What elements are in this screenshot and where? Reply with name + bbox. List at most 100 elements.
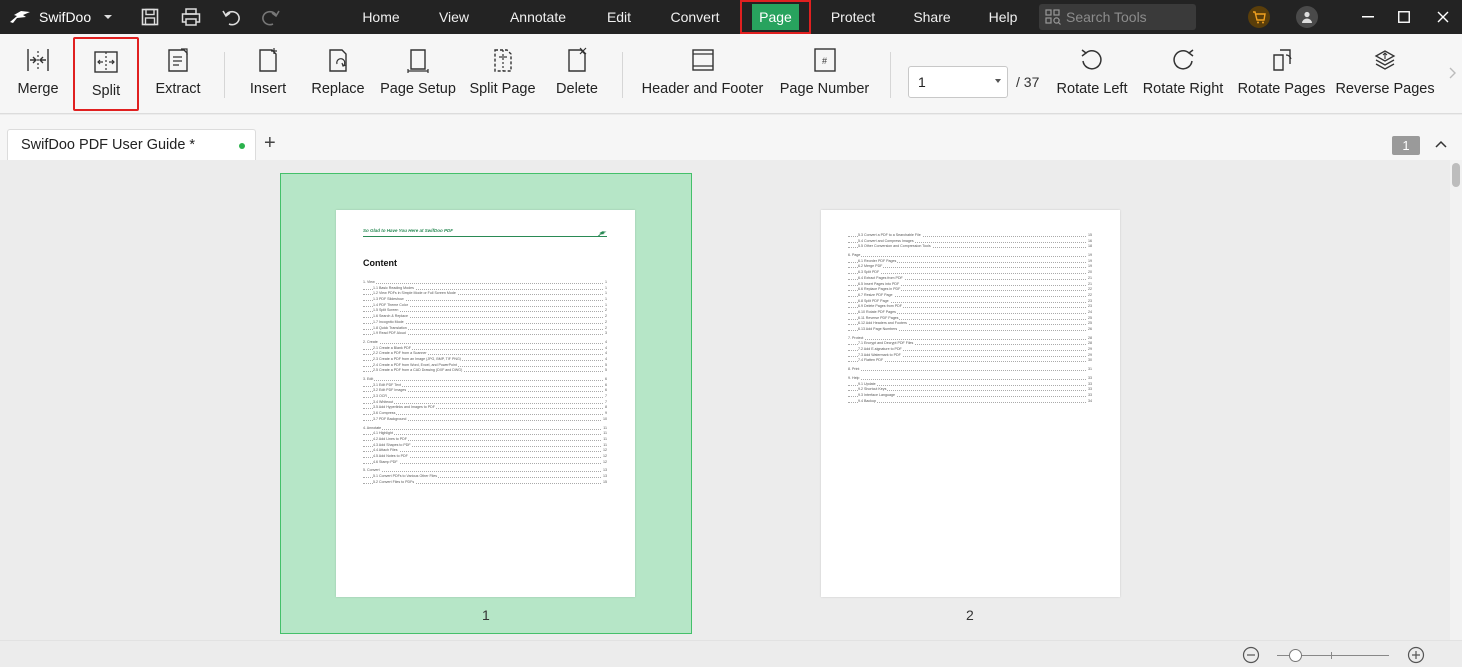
reverse-pages-button[interactable]: Reverse Pages (1335, 34, 1435, 114)
rotate-pages-icon (1268, 46, 1296, 74)
header-footer-icon (689, 46, 717, 74)
insert-page-icon (254, 46, 282, 74)
toc-leader-dots (363, 397, 607, 399)
toc-leader-dots (848, 361, 1092, 363)
split-page-icon (489, 46, 517, 74)
minimize-icon (1362, 16, 1374, 18)
split-button[interactable]: Split (73, 37, 139, 111)
toc-leader-dots (363, 471, 607, 473)
document-tab-bar: SwifDoo PDF User Guide * + 1 (0, 115, 1462, 160)
table-of-contents: 5.3 Convert a PDF to a Searchable File 15… (848, 233, 1092, 405)
split-label: Split (91, 83, 121, 99)
toc-entry: 2.5 Create a PDF from a CAD Drawing (DXF… (363, 368, 607, 375)
page-setup-button[interactable]: Page Setup (379, 34, 457, 114)
scrollbar-thumb[interactable] (1452, 163, 1460, 187)
menu-annotate[interactable]: Annotate (498, 0, 578, 34)
ribbon-separator (224, 52, 225, 98)
add-tab-button[interactable]: + (264, 132, 276, 155)
page-number-select[interactable]: 1 (908, 66, 1008, 98)
delete-page-icon (563, 46, 591, 74)
maximize-button[interactable] (1389, 0, 1419, 34)
page-setup-icon (404, 46, 432, 74)
zoom-out-button[interactable] (1242, 646, 1260, 664)
unsaved-indicator (239, 143, 245, 149)
page-thumbnail-2[interactable]: 5.3 Convert a PDF to a Searchable File 15… (821, 210, 1120, 597)
menu-share[interactable]: Share (904, 0, 960, 34)
menu-view[interactable]: View (430, 0, 478, 34)
replace-button[interactable]: Replace (309, 34, 367, 114)
toc-entry-page: 10 (602, 416, 607, 423)
reverse-pages-label: Reverse Pages (1335, 81, 1435, 97)
vertical-scrollbar[interactable] (1450, 160, 1462, 640)
page-content-title: Content (363, 258, 397, 268)
page-number-button[interactable]: # Page Number (777, 34, 872, 114)
menu-protect[interactable]: Protect (820, 0, 886, 34)
toc-leader-dots (848, 401, 1092, 403)
page-number-label: 1 (482, 607, 490, 623)
menu-convert[interactable]: Convert (660, 0, 730, 34)
save-button[interactable] (141, 0, 159, 34)
print-icon (181, 8, 201, 26)
status-bar (0, 640, 1462, 667)
page-number-label: 2 (966, 607, 974, 623)
user-avatar-icon (1296, 6, 1318, 28)
rotate-left-label: Rotate Left (1056, 81, 1128, 97)
ribbon-separator (622, 52, 623, 98)
chevron-up-icon (1435, 140, 1447, 148)
cart-button[interactable] (1244, 0, 1274, 34)
toc-entry-page: 26 (1087, 327, 1092, 333)
page-ribbon: Merge Split Extract Insert Replace Page … (0, 34, 1462, 114)
rotate-pages-button[interactable]: Rotate Pages (1237, 34, 1326, 114)
redo-button[interactable] (260, 0, 280, 34)
toc-leader-dots (848, 370, 1092, 372)
app-menu-button[interactable]: SwifDoo (9, 0, 113, 34)
account-button[interactable] (1292, 0, 1322, 34)
grid-search-icon (1045, 9, 1061, 25)
rotate-right-label: Rotate Right (1142, 81, 1224, 97)
undo-button[interactable] (222, 0, 242, 34)
rotate-left-button[interactable]: Rotate Left (1055, 34, 1129, 114)
close-button[interactable] (1428, 0, 1458, 34)
document-tab[interactable]: SwifDoo PDF User Guide * (7, 129, 256, 160)
page-number-glyph: # (821, 56, 827, 66)
swifdoo-logo-icon (597, 225, 607, 243)
header-footer-button[interactable]: Header and Footer (640, 34, 765, 114)
minimize-button[interactable] (1353, 0, 1383, 34)
page-number-icon: # (811, 46, 839, 74)
page-header-rule (363, 236, 607, 237)
menu-home[interactable]: Home (352, 0, 410, 34)
extract-button[interactable]: Extract (151, 34, 205, 114)
delete-button[interactable]: Delete (553, 34, 601, 114)
toc-entry-title: 3.7 PDF Background (373, 416, 408, 423)
toc-entry-page: 5 (604, 368, 607, 375)
insert-button[interactable]: Insert (244, 34, 292, 114)
rotate-right-button[interactable]: Rotate Right (1141, 34, 1225, 114)
menu-help[interactable]: Help (980, 0, 1026, 34)
menu-page[interactable]: Page (740, 0, 811, 34)
split-page-label: Split Page (469, 81, 536, 97)
zoom-in-button[interactable] (1407, 646, 1425, 664)
print-button[interactable] (181, 0, 201, 34)
maximize-icon (1398, 11, 1410, 23)
toc-leader-dots (363, 283, 607, 284)
chevron-down-icon (104, 14, 113, 20)
search-tools-input[interactable]: Search Tools (1039, 4, 1196, 30)
zoom-out-icon (1242, 646, 1260, 664)
merge-button[interactable]: Merge (14, 34, 62, 114)
page-thumbnail-1[interactable]: So Glad to Have You Here at SwifDoo PDF … (336, 210, 635, 597)
toc-entry: 9.4 Backup 34 (848, 398, 1092, 405)
close-icon (1437, 11, 1449, 23)
collapse-ribbon-button[interactable] (1432, 135, 1450, 153)
toc-entry-title: 9.4 Backup (858, 398, 877, 405)
menu-edit[interactable]: Edit (596, 0, 642, 34)
zoom-slider-handle[interactable] (1289, 649, 1302, 662)
split-page-button[interactable]: Split Page (467, 34, 538, 114)
title-bar: SwifDoo Home View Annotate Edit Convert … (0, 0, 1462, 34)
insert-label: Insert (249, 81, 287, 97)
toc-entry: 3.7 PDF Background 10 (363, 416, 607, 423)
toc-entry-title: 4.6 Stamp PDF (373, 459, 399, 466)
page-total: / 37 (1016, 74, 1040, 90)
toc-leader-dots (848, 256, 1092, 258)
replace-page-icon (324, 46, 352, 74)
ribbon-scroll-right-button[interactable] (1443, 42, 1462, 104)
